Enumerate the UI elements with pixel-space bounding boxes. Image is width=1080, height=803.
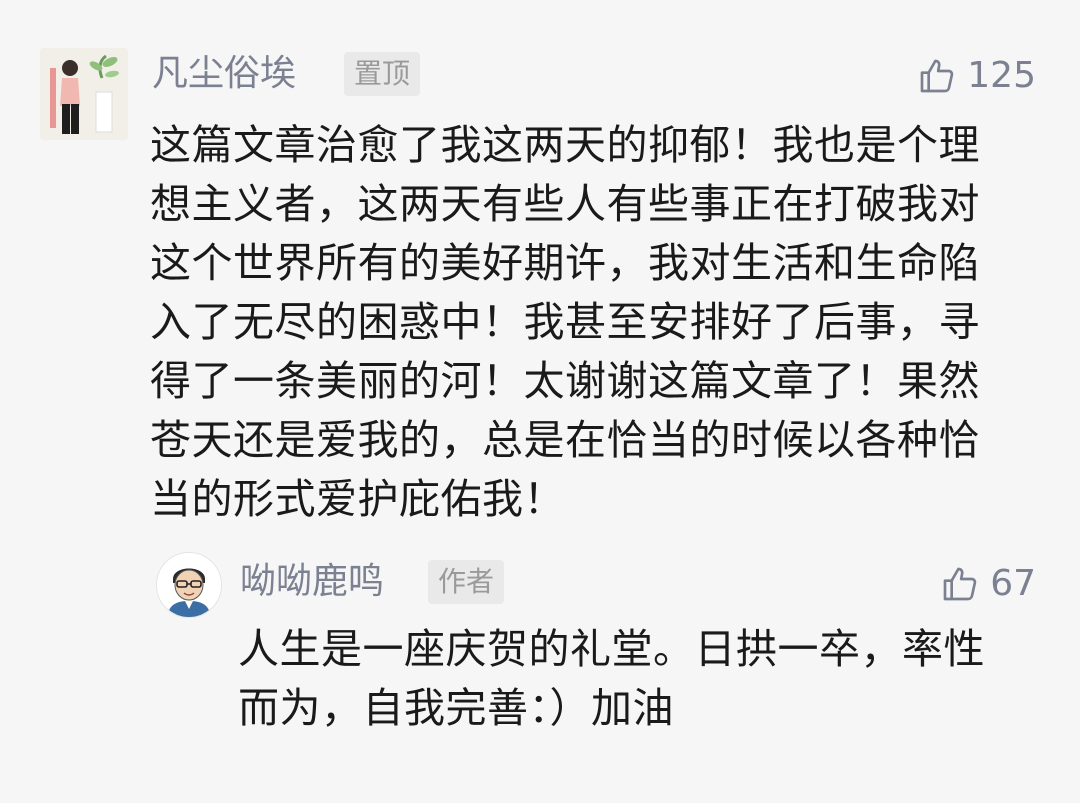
thumbs-up-icon	[920, 59, 954, 93]
reply-username[interactable]: 呦呦鹿鸣	[240, 560, 384, 604]
avatar[interactable]	[40, 48, 128, 140]
author-badge: 作者	[428, 560, 505, 604]
like-count: 125	[967, 55, 1036, 96]
comment-username[interactable]: 凡尘俗埃	[152, 52, 296, 96]
reply-text: 人生是一座庆贺的礼堂。日拱一卒，率性而为，自我完善：）加油	[238, 625, 985, 732]
author-avatar[interactable]	[156, 552, 222, 618]
pinned-badge: 置顶	[344, 52, 421, 96]
comment-item: 凡尘俗埃 置顶 125 这篇文章治愈了我这两天的抑郁！我也是个理想主义者，这两天…	[0, 0, 1080, 560]
comment-text: 这篇文章治愈了我这两天的抑郁！我也是个理想主义者，这两天有些人有些事正在打破我对…	[150, 121, 980, 523]
like-button[interactable]: 125	[917, 54, 1036, 98]
reply-like-count: 67	[990, 563, 1036, 604]
thumbs-up-icon	[943, 567, 977, 601]
reply-like-button[interactable]: 67	[940, 562, 1036, 606]
